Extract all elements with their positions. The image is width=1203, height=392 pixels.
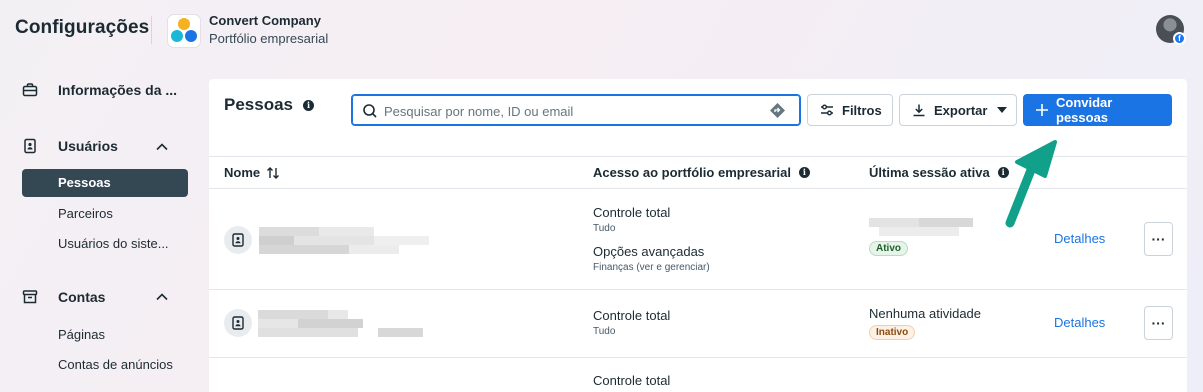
- sidebar-item-system-users[interactable]: Usuários do siste...: [22, 230, 188, 258]
- access-title: Controle total: [593, 308, 671, 323]
- chevron-up-icon[interactable]: [155, 290, 169, 304]
- access-title: Opções avançadas: [593, 244, 705, 259]
- column-header-name[interactable]: Nome: [224, 165, 280, 180]
- status-badge: Inativo: [869, 325, 916, 340]
- redacted-name: [258, 310, 423, 340]
- sidebar-section-accounts[interactable]: Contas: [22, 289, 105, 305]
- column-header-access: Acesso ao portfólio empresarial i: [593, 165, 810, 180]
- top-bar: Configurações Convert Company Portfólio …: [0, 0, 1203, 60]
- status-badge: Ativo: [869, 241, 908, 256]
- access-subtitle: Finanças (ver e gerenciar): [593, 262, 710, 273]
- access-title: Controle total: [593, 205, 671, 220]
- filters-button[interactable]: Filtros: [807, 94, 893, 126]
- company-name[interactable]: Convert Company: [209, 13, 321, 28]
- sidebar-item-pessoas[interactable]: Pessoas: [22, 169, 188, 197]
- details-link[interactable]: Detalhes: [1054, 315, 1105, 330]
- briefcase-icon: [22, 82, 38, 98]
- archive-icon: [22, 289, 38, 305]
- sidebar-item-parceiros[interactable]: Parceiros: [22, 200, 188, 228]
- plus-icon: [1036, 104, 1048, 116]
- logo-dot-yellow: [178, 18, 190, 30]
- annotation-arrow-icon: [1005, 140, 1057, 228]
- details-link[interactable]: Detalhes: [1054, 231, 1105, 246]
- search-input[interactable]: [384, 101, 754, 121]
- user-badge-icon: [22, 138, 38, 154]
- people-panel: Pessoas i Filtros Exportar Convidar pess…: [209, 79, 1187, 392]
- invite-people-button[interactable]: Convidar pessoas: [1023, 94, 1172, 126]
- panel-title: Pessoas: [224, 95, 293, 114]
- search-icon: [363, 104, 377, 118]
- chevron-up-icon[interactable]: [155, 140, 169, 154]
- sidebar-section-label: Usuários: [58, 138, 118, 154]
- company-logo[interactable]: [167, 14, 201, 48]
- avatar[interactable]: f: [1156, 15, 1186, 45]
- access-subtitle: Tudo: [593, 223, 616, 234]
- sidebar-item-ad-accounts[interactable]: Contas de anúncios: [22, 351, 188, 379]
- search-field[interactable]: [351, 94, 801, 126]
- export-button[interactable]: Exportar: [899, 94, 1017, 126]
- logo-dot-teal: [171, 30, 183, 42]
- sidebar-section-business-info[interactable]: Informações da ...: [22, 82, 177, 98]
- sidebar-section-label: Contas: [58, 289, 106, 305]
- info-icon[interactable]: i: [798, 167, 810, 178]
- directions-icon[interactable]: [769, 102, 786, 119]
- sidebar-item-paginas[interactable]: Páginas: [22, 321, 188, 349]
- access-subtitle: Tudo: [593, 326, 616, 337]
- filters-button-label: Filtros: [842, 102, 882, 118]
- company-subtitle: Portfólio empresarial: [209, 31, 329, 46]
- download-icon: [912, 103, 926, 117]
- user-badge-icon: [224, 309, 252, 337]
- facebook-badge-icon: f: [1173, 32, 1186, 45]
- user-badge-icon: [224, 226, 252, 254]
- logo-dot-blue: [185, 30, 197, 42]
- sidebar-section-users[interactable]: Usuários: [22, 138, 118, 154]
- info-icon[interactable]: i: [303, 100, 314, 111]
- access-title: Controle total: [593, 373, 671, 388]
- sidebar: Informações da ... Usuários Pessoas Parc…: [0, 60, 200, 392]
- invite-people-button-label: Convidar pessoas: [1056, 95, 1113, 125]
- column-header-last-session: Última sessão ativa i: [869, 165, 1009, 180]
- caret-down-icon: [997, 107, 1008, 113]
- table-row[interactable]: Controle total: [209, 358, 1187, 392]
- export-button-label: Exportar: [934, 102, 988, 118]
- page-title: Configurações: [15, 17, 150, 38]
- column-header-label: Nome: [224, 165, 261, 180]
- table-row[interactable]: Controle total Tudo Nenhuma atividade In…: [209, 290, 1187, 358]
- sliders-icon: [820, 103, 834, 117]
- sort-icon[interactable]: [266, 166, 280, 180]
- more-options-button[interactable]: ···: [1144, 222, 1173, 256]
- last-session-text: Nenhuma atividade: [869, 306, 982, 321]
- sidebar-section-label: Informações da ...: [58, 82, 178, 98]
- more-options-button[interactable]: ···: [1144, 306, 1173, 340]
- redacted-last-session: [869, 218, 973, 236]
- column-header-label: Acesso ao portfólio empresarial: [593, 165, 791, 180]
- column-header-label: Última sessão ativa: [869, 165, 990, 180]
- redacted-name: [259, 227, 429, 263]
- header-divider: [151, 16, 152, 44]
